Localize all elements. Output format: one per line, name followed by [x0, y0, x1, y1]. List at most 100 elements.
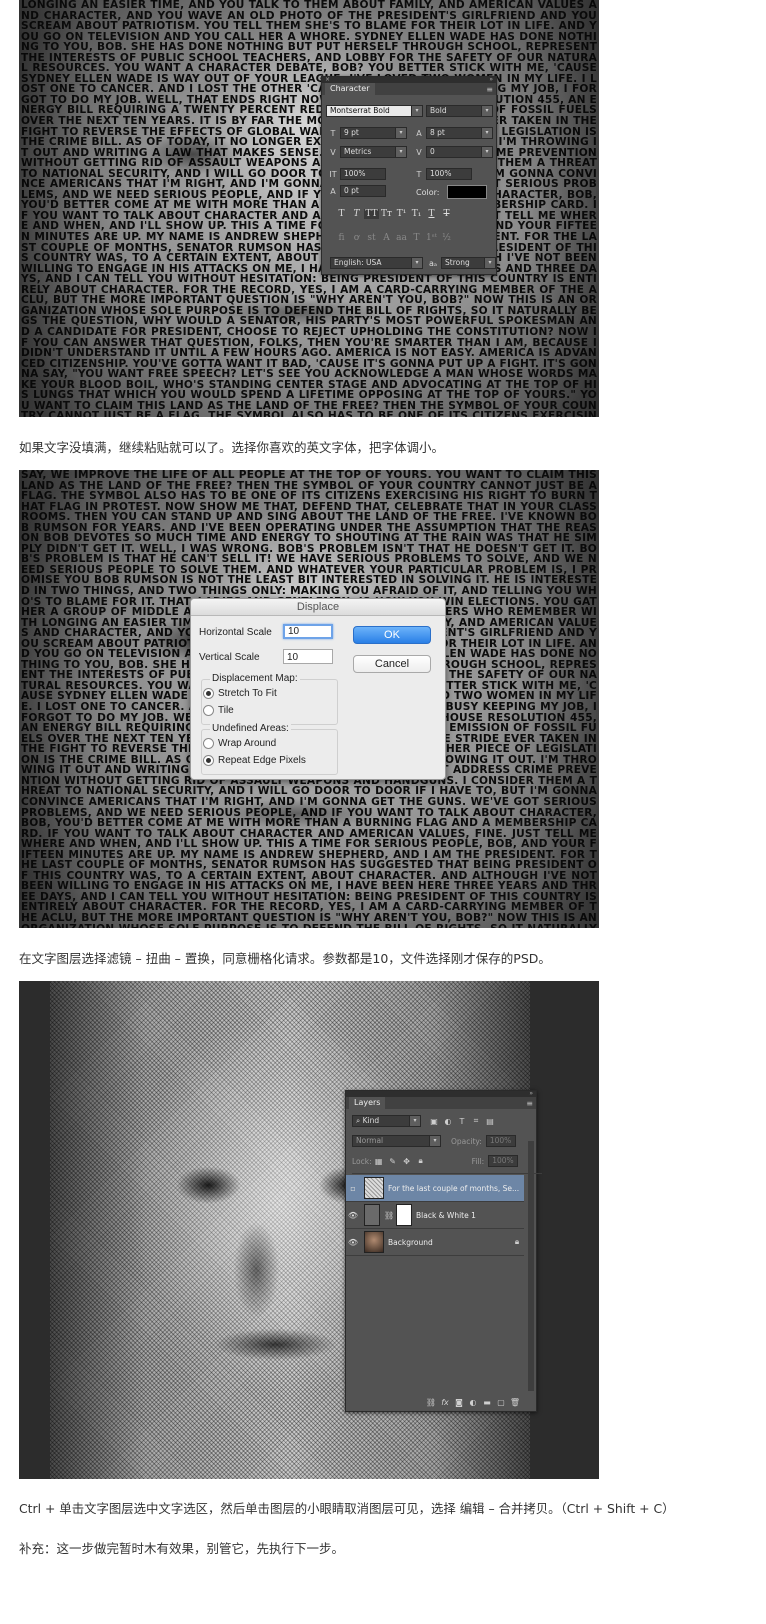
subscript-icon[interactable]: T₁: [409, 209, 424, 219]
superscript-icon[interactable]: T¹: [394, 209, 409, 219]
font-style-field[interactable]: Bold: [426, 105, 482, 117]
adjustment-thumbnail: [364, 1204, 380, 1226]
faux-italic-icon[interactable]: T: [349, 209, 364, 219]
horizontal-scale-icon: T: [416, 169, 422, 179]
chevron-down-icon[interactable]: ▾: [482, 105, 493, 117]
caption-2: 在文字图层选择滤镜 – 扭曲 – 置换，同意栅格化请求。参数都是10，文件选择刚…: [19, 951, 551, 966]
stylistic-alternates-icon[interactable]: aa: [394, 233, 409, 243]
chevron-down-icon[interactable]: ▾: [410, 1115, 421, 1127]
displacement-map-label: Displacement Map:: [210, 673, 300, 684]
lock-all-icon[interactable]: 🔒︎: [414, 1156, 428, 1166]
cancel-button[interactable]: Cancel: [353, 655, 431, 673]
blend-mode-select[interactable]: Normal: [352, 1135, 430, 1147]
new-layer-icon[interactable]: ▢: [494, 1398, 508, 1407]
eye-icon[interactable]: 👁︎: [346, 1211, 360, 1220]
baseline-shift-field[interactable]: 0 pt: [340, 185, 386, 197]
color-swatch[interactable]: [447, 185, 488, 199]
vertical-scale-label: Vertical Scale: [199, 652, 260, 663]
ligature-icon[interactable]: fi: [334, 233, 349, 243]
fractions-icon[interactable]: ½: [439, 233, 454, 243]
tile-label: Tile: [218, 705, 234, 716]
horizontal-scale-field[interactable]: 100%: [426, 168, 472, 180]
caption-4: 补充：这一步做完暂时木有效果，别管它，先执行下一步。: [19, 1541, 345, 1556]
radio-icon: [203, 705, 214, 716]
tab-character[interactable]: Character: [325, 83, 375, 95]
panel-menu-icon[interactable]: ≡: [486, 85, 493, 94]
figure-3-halftone: » Layers ≡ ⌕ Kind ▾ ▣ ◐ T ⌗ ▤ Normal ▾ O…: [19, 981, 599, 1479]
type-filter-icon[interactable]: T: [455, 1117, 469, 1126]
font-family-field[interactable]: Montserrat Bold: [326, 105, 412, 117]
panel-menu-icon[interactable]: ≡: [526, 1099, 533, 1108]
scrollbar[interactable]: [528, 1141, 534, 1391]
discretionary-ligature-icon[interactable]: st: [364, 233, 379, 243]
collapse-icon[interactable]: »: [489, 77, 493, 83]
text-portrait-image: LONGING AN EASIER TIME, AND YOU TALK TO …: [19, 0, 599, 417]
tile-radio[interactable]: Tile: [203, 705, 234, 716]
portrait-text: LONGING AN EASIER TIME, AND YOU TALK TO …: [21, 0, 597, 417]
adjustment-filter-icon[interactable]: ◐: [441, 1117, 455, 1126]
lock-pixels-icon[interactable]: ✎: [386, 1157, 400, 1166]
tab-layers[interactable]: Layers: [349, 1097, 386, 1109]
kerning-field[interactable]: Metrics: [340, 146, 396, 158]
figure-2-displace: SAY, WE IMPROVE THE LIFE OF ALL PEOPLE A…: [19, 470, 599, 928]
stretch-to-fit-radio[interactable]: Stretch To Fit: [203, 688, 277, 699]
layer-thumbnail: [364, 1177, 384, 1199]
small-caps-icon[interactable]: Tт: [379, 209, 394, 219]
font-size-field[interactable]: 9 pt: [340, 127, 396, 139]
wrap-around-radio[interactable]: Wrap Around: [203, 738, 276, 749]
filter-kind-select[interactable]: ⌕ Kind: [352, 1115, 410, 1127]
vertical-scale-input[interactable]: 10: [283, 649, 333, 664]
chevron-down-icon[interactable]: ▾: [482, 127, 493, 139]
new-group-icon[interactable]: ▬: [480, 1398, 494, 1407]
contextual-alternates-icon[interactable]: ơ: [349, 233, 364, 243]
chevron-down-icon[interactable]: ▾: [396, 146, 407, 158]
chevron-down-icon[interactable]: ▾: [482, 146, 493, 158]
collapse-icon[interactable]: »: [529, 1091, 533, 1097]
tracking-field[interactable]: 0: [426, 146, 482, 158]
leading-field[interactable]: 8 pt: [426, 127, 482, 139]
layer-row-text[interactable]: ▫ For the last couple of months, Se...: [346, 1175, 524, 1202]
ordinals-icon[interactable]: 1ˢᵗ: [424, 233, 439, 243]
visibility-off-icon[interactable]: ▫: [346, 1184, 360, 1193]
horizontal-scale-input[interactable]: 10: [283, 624, 333, 639]
chevron-down-icon[interactable]: ▾: [412, 105, 423, 117]
smart-object-filter-icon[interactable]: ▤: [483, 1117, 497, 1126]
chevron-down-icon[interactable]: ▾: [485, 257, 497, 269]
delete-layer-icon[interactable]: 🗑︎: [508, 1398, 522, 1407]
eye-icon[interactable]: 👁︎: [346, 1238, 360, 1247]
radio-selected-icon: [203, 688, 214, 699]
fx-icon[interactable]: fx: [438, 1398, 452, 1407]
vertical-scale-field[interactable]: 100%: [340, 168, 386, 180]
chevron-down-icon[interactable]: ▾: [396, 127, 407, 139]
add-mask-icon[interactable]: ◙: [452, 1398, 466, 1407]
layer-row-adjustment[interactable]: 👁︎ ⛓︎ Black & White 1: [346, 1202, 524, 1229]
fill-field[interactable]: 100%: [488, 1155, 519, 1167]
new-adjustment-icon[interactable]: ◐: [466, 1398, 480, 1407]
image-filter-icon[interactable]: ▣: [427, 1117, 441, 1126]
type-style-buttons: T T TT Tт T¹ T₁ T T: [334, 209, 454, 219]
titling-alternates-icon[interactable]: T: [409, 233, 424, 243]
link-layers-icon[interactable]: ⛓︎: [424, 1398, 438, 1407]
lock-position-icon[interactable]: ✥: [400, 1157, 414, 1166]
ok-button[interactable]: OK: [353, 626, 431, 644]
opacity-label: Opacity:: [451, 1136, 482, 1146]
repeat-edge-pixels-radio[interactable]: Repeat Edge Pixels: [203, 755, 306, 766]
antialias-field[interactable]: Strong: [441, 257, 486, 269]
chevron-down-icon[interactable]: ▾: [412, 257, 423, 269]
faux-bold-icon[interactable]: T: [334, 209, 349, 219]
swash-icon[interactable]: A: [379, 233, 394, 243]
opacity-field[interactable]: 100%: [485, 1135, 516, 1147]
repeat-edge-pixels-label: Repeat Edge Pixels: [218, 755, 306, 766]
baseline-shift-icon: A: [330, 186, 336, 196]
lock-transparent-icon[interactable]: ▦: [372, 1157, 386, 1166]
underline-icon[interactable]: T: [424, 209, 439, 219]
chevron-down-icon[interactable]: ▾: [430, 1135, 441, 1147]
strikethrough-icon[interactable]: T: [439, 209, 454, 219]
layer-name: Black & White 1: [416, 1210, 476, 1220]
layer-row-background[interactable]: 👁︎ Background 🔒︎: [346, 1229, 524, 1256]
layer-name: Background: [388, 1237, 433, 1247]
language-field[interactable]: English: USA: [330, 257, 412, 269]
layer-name: For the last couple of months, Se...: [388, 1183, 520, 1193]
all-caps-icon[interactable]: TT: [364, 209, 379, 219]
shape-filter-icon[interactable]: ⌗: [469, 1116, 483, 1126]
